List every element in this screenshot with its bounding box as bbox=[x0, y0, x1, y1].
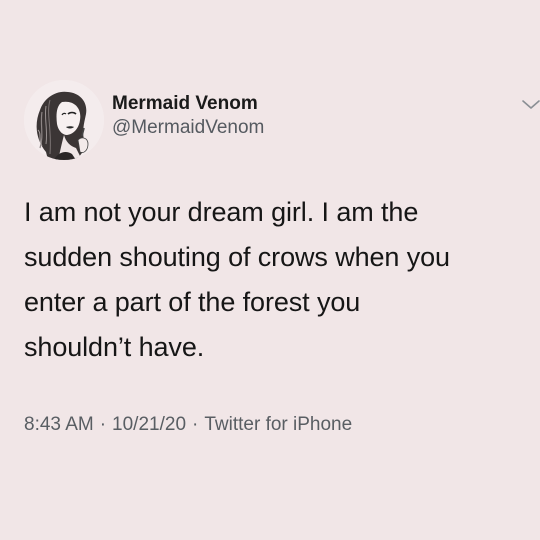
tweet-text-line: I am not your dream girl. I am the bbox=[24, 197, 419, 227]
tweet-source[interactable]: Twitter for iPhone bbox=[204, 414, 352, 436]
tweet-text-line: enter a part of the forest you bbox=[24, 287, 361, 317]
author-display-name[interactable]: Mermaid Venom bbox=[112, 92, 264, 116]
tweet-header: Mermaid Venom @MermaidVenom bbox=[24, 80, 540, 162]
tweet-meta: 8:43 AM · 10/21/20 · Twitter for iPhone bbox=[24, 414, 352, 436]
meta-separator: · bbox=[192, 414, 199, 435]
avatar-illustration-icon bbox=[24, 80, 104, 160]
chevron-down-icon[interactable] bbox=[520, 96, 540, 112]
tweet-card: Mermaid Venom @MermaidVenom I am not you… bbox=[0, 0, 540, 540]
avatar[interactable] bbox=[24, 80, 104, 160]
tweet-text-line: sudden shouting of crows when you bbox=[24, 242, 450, 272]
author-handle[interactable]: @MermaidVenom bbox=[112, 116, 264, 140]
author-names: Mermaid Venom @MermaidVenom bbox=[112, 92, 264, 140]
tweet-text: I am not your dream girl. I am the sudde… bbox=[24, 190, 524, 370]
tweet-text-line: shouldn’t have. bbox=[24, 332, 205, 362]
tweet-time[interactable]: 8:43 AM bbox=[24, 414, 94, 436]
meta-separator: · bbox=[99, 414, 107, 435]
tweet-date[interactable]: 10/21/20 bbox=[112, 414, 186, 436]
